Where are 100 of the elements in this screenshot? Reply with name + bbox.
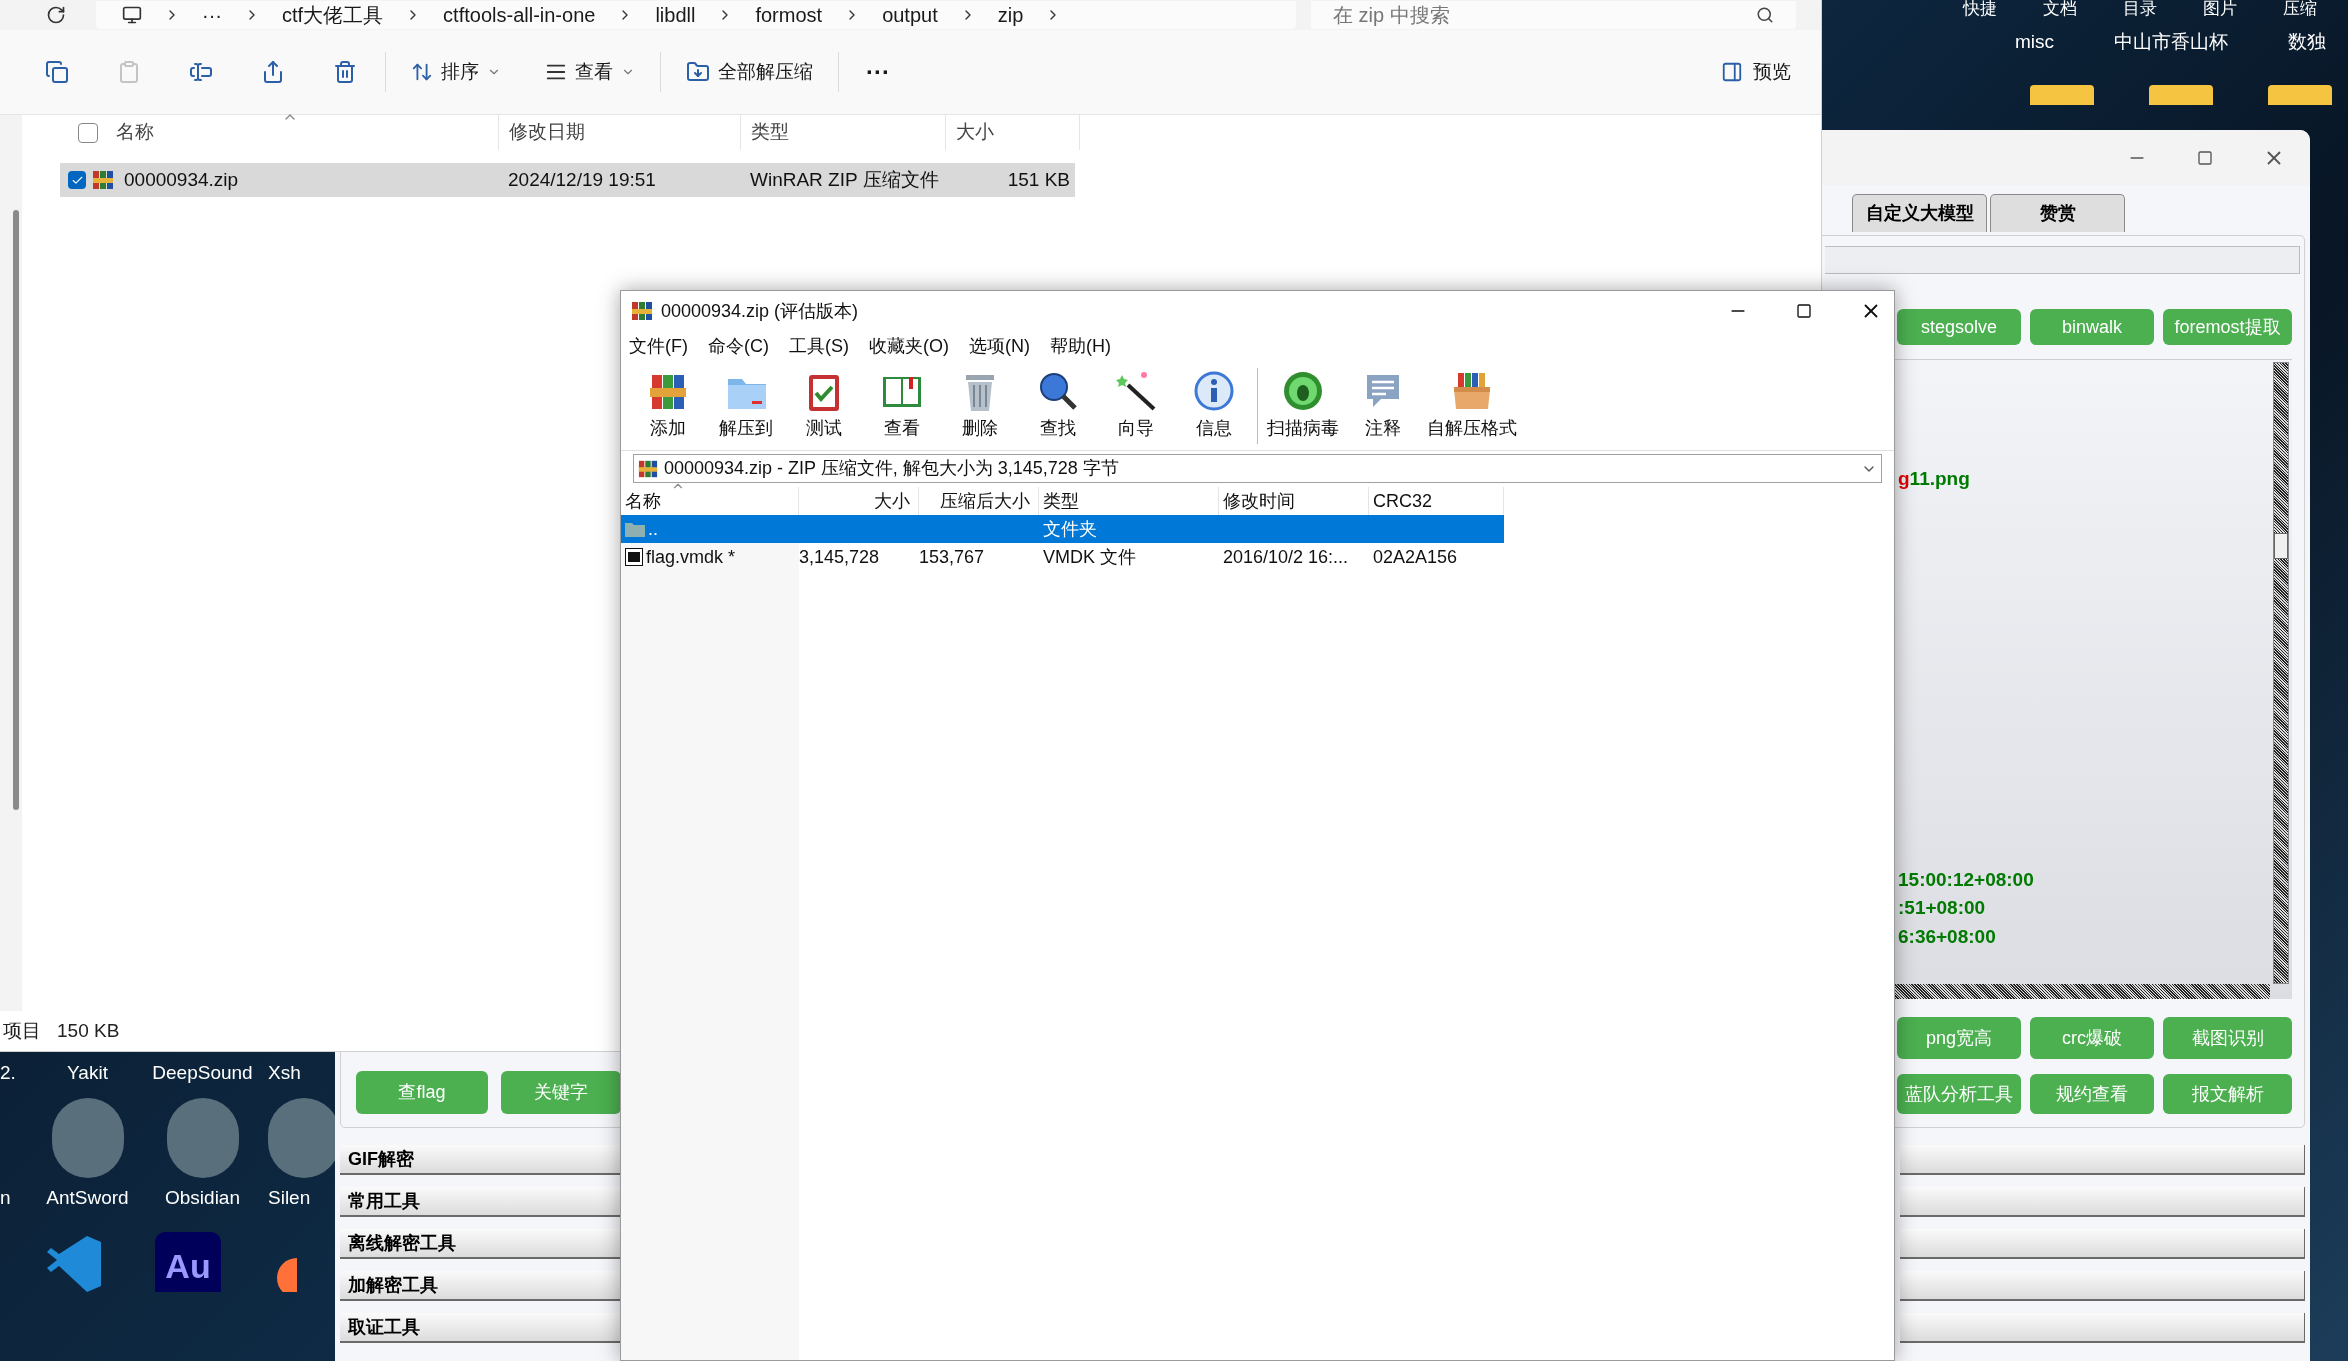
- section-header[interactable]: 加解密工具: [340, 1271, 620, 1301]
- output-line: 15:00:12+08:00: [1898, 867, 2035, 892]
- desktop-icon-label[interactable]: Xsh: [268, 1059, 301, 1088]
- toolbar-button[interactable]: 测试: [787, 369, 861, 442]
- file-name: 00000934.zip: [124, 167, 239, 192]
- section-header[interactable]: 常用工具: [340, 1187, 620, 1217]
- desktop-icon-label[interactable]: 压缩: [2283, 0, 2317, 18]
- table-cell-text: ..: [648, 517, 658, 541]
- toolbar-button[interactable]: 解压到: [709, 369, 783, 442]
- path-field[interactable]: [1825, 246, 2300, 274]
- file-row[interactable]: 00000934.zip 2024/12/19 19:51 WinRAR ZIP 压缩文件 151 KB: [60, 163, 1075, 197]
- search-field[interactable]: 在 zip 中搜索: [1311, 1, 1796, 29]
- column-header[interactable]: 类型: [740, 115, 945, 150]
- desktop-icon-label[interactable]: Obsidian: [165, 1183, 240, 1212]
- preview-button[interactable]: 预览: [1711, 50, 1801, 94]
- toolbar-button[interactable]: 查找: [1021, 369, 1095, 442]
- menu-item[interactable]: 收藏夹(O): [869, 332, 949, 360]
- refresh-icon[interactable]: [46, 5, 66, 25]
- table-cell-text: 2024/12/19 19:51: [507, 167, 657, 192]
- app-tile[interactable]: Au: [155, 1232, 221, 1292]
- trash-icon: [333, 60, 357, 84]
- desktop-icon-label[interactable]: 2.: [0, 1059, 16, 1088]
- section-header-bar[interactable]: [1900, 1229, 2305, 1259]
- view-button[interactable]: 查看: [535, 50, 645, 94]
- status-text: 150 KB: [57, 1018, 120, 1043]
- desktop-icon-label[interactable]: 图片: [2203, 0, 2237, 18]
- folder-icon[interactable]: [2149, 84, 2213, 105]
- folder-icon: [625, 521, 645, 537]
- breadcrumb-item[interactable]: output: [882, 0, 938, 30]
- computer-icon: [122, 5, 142, 25]
- desktop-icon-label[interactable]: 中山市香山杯: [2114, 28, 2229, 57]
- toolbar-button[interactable]: 自解压格式: [1424, 369, 1520, 442]
- output-line: :51+08:00: [1898, 896, 1987, 920]
- desktop-icon-label[interactable]: n: [0, 1183, 11, 1212]
- folder-icon[interactable]: [2030, 84, 2094, 105]
- menu-item[interactable]: 文件(F): [629, 332, 688, 360]
- toolbar-button[interactable]: 添加: [631, 369, 705, 442]
- tab[interactable]: 赞赏: [1990, 194, 2125, 232]
- breadcrumb-item[interactable]: libdll: [655, 0, 696, 30]
- scrollbar-thumb[interactable]: [2274, 533, 2288, 559]
- desktop-icon-label[interactable]: DeepSound: [152, 1059, 253, 1088]
- output-line: 6:36+08:00: [1898, 924, 1997, 949]
- desktop-icon-label[interactable]: AntSword: [46, 1183, 129, 1212]
- breadcrumb-item[interactable]: formost: [755, 0, 823, 30]
- column-header[interactable]: 名称: [116, 118, 154, 147]
- toolbar-button[interactable]: 向导: [1099, 369, 1173, 442]
- archive-icon: [638, 458, 658, 479]
- section-header[interactable]: 离线解密工具: [340, 1229, 620, 1259]
- desktop-icon-label[interactable]: 文档: [2043, 0, 2077, 18]
- path-field[interactable]: 00000934.zip - ZIP 压缩文件, 解包大小为 3,145,728 字节: [633, 454, 1882, 483]
- archive-row[interactable]: .. 文件夹: [621, 515, 1504, 543]
- archive-icon: [92, 169, 114, 191]
- extract-all-button[interactable]: 全部解压缩: [676, 50, 823, 94]
- section-header-bar[interactable]: [1900, 1145, 2305, 1175]
- section-header[interactable]: 取证工具: [340, 1313, 620, 1343]
- more-button[interactable]: ···: [854, 50, 902, 94]
- horizontal-scrollbar[interactable]: [1892, 984, 2270, 999]
- menu-item[interactable]: 帮助(H): [1050, 332, 1111, 360]
- section-header-bar[interactable]: [1900, 1187, 2305, 1217]
- row-checkbox[interactable]: [68, 171, 86, 189]
- archive-icon: [631, 300, 653, 322]
- select-all-checkbox[interactable]: [78, 122, 98, 143]
- breadcrumb-item[interactable]: ctftools-all-in-one: [443, 0, 596, 30]
- search-icon: [1756, 6, 1774, 24]
- section-header[interactable]: GIF解密: [340, 1145, 620, 1175]
- section-header-bar[interactable]: [1900, 1271, 2305, 1301]
- address-bar[interactable]: ··· ctf大佬工具 ctftools-all-in-one libdll formost output zip: [96, 1, 1296, 29]
- toolbar-button[interactable]: 查看: [865, 369, 939, 442]
- breadcrumb-item[interactable]: ···: [202, 0, 222, 30]
- maximize-icon[interactable]: [1796, 303, 1812, 319]
- sort-button[interactable]: 排序: [401, 50, 511, 94]
- vertical-scrollbar[interactable]: [2273, 362, 2289, 984]
- scrollbar-thumb[interactable]: [13, 210, 19, 810]
- desktop-icon-label[interactable]: 数独: [2288, 28, 2327, 57]
- toolbar-button[interactable]: 扫描病毒: [1264, 369, 1342, 442]
- desktop-icon-label[interactable]: 快捷: [1963, 0, 1997, 18]
- panel-icon: [1721, 61, 1743, 83]
- desktop-icon-label[interactable]: misc: [2015, 28, 2055, 57]
- archive-row[interactable]: flag.vmdk * 3,145,728 153,767 VMDK 文件 2016/10/2 16:... 02A2A156: [621, 543, 1504, 571]
- column-header[interactable]: 大小: [945, 115, 1080, 150]
- column-header[interactable]: 修改日期: [498, 115, 740, 150]
- toolbar-button[interactable]: 删除: [943, 369, 1017, 442]
- tab[interactable]: 自定义大模型: [1852, 194, 1987, 232]
- window-title: 00000934.zip (评估版本): [661, 299, 859, 323]
- file-type-icon: [625, 548, 643, 566]
- rename-icon: [189, 60, 213, 84]
- maximize-icon[interactable]: [2197, 149, 2213, 166]
- table-cell-text: 02A2A156: [1373, 545, 1458, 569]
- folder-icon[interactable]: [2268, 84, 2332, 105]
- desktop-icon-label[interactable]: 目录: [2123, 0, 2157, 18]
- menu-item[interactable]: 选项(N): [969, 332, 1030, 360]
- toolbar-button[interactable]: 注释: [1346, 369, 1420, 442]
- desktop-icon-label[interactable]: Silen: [268, 1183, 311, 1212]
- desktop-icon-label[interactable]: Yakit: [67, 1059, 108, 1088]
- section-header-bar[interactable]: [1900, 1313, 2305, 1343]
- menu-item[interactable]: 工具(S): [789, 332, 849, 360]
- breadcrumb-item[interactable]: zip: [997, 0, 1024, 30]
- breadcrumb-item[interactable]: ctf大佬工具: [282, 0, 384, 30]
- menu-item[interactable]: 命令(C): [708, 332, 769, 360]
- toolbar-button[interactable]: 信息: [1177, 369, 1251, 442]
